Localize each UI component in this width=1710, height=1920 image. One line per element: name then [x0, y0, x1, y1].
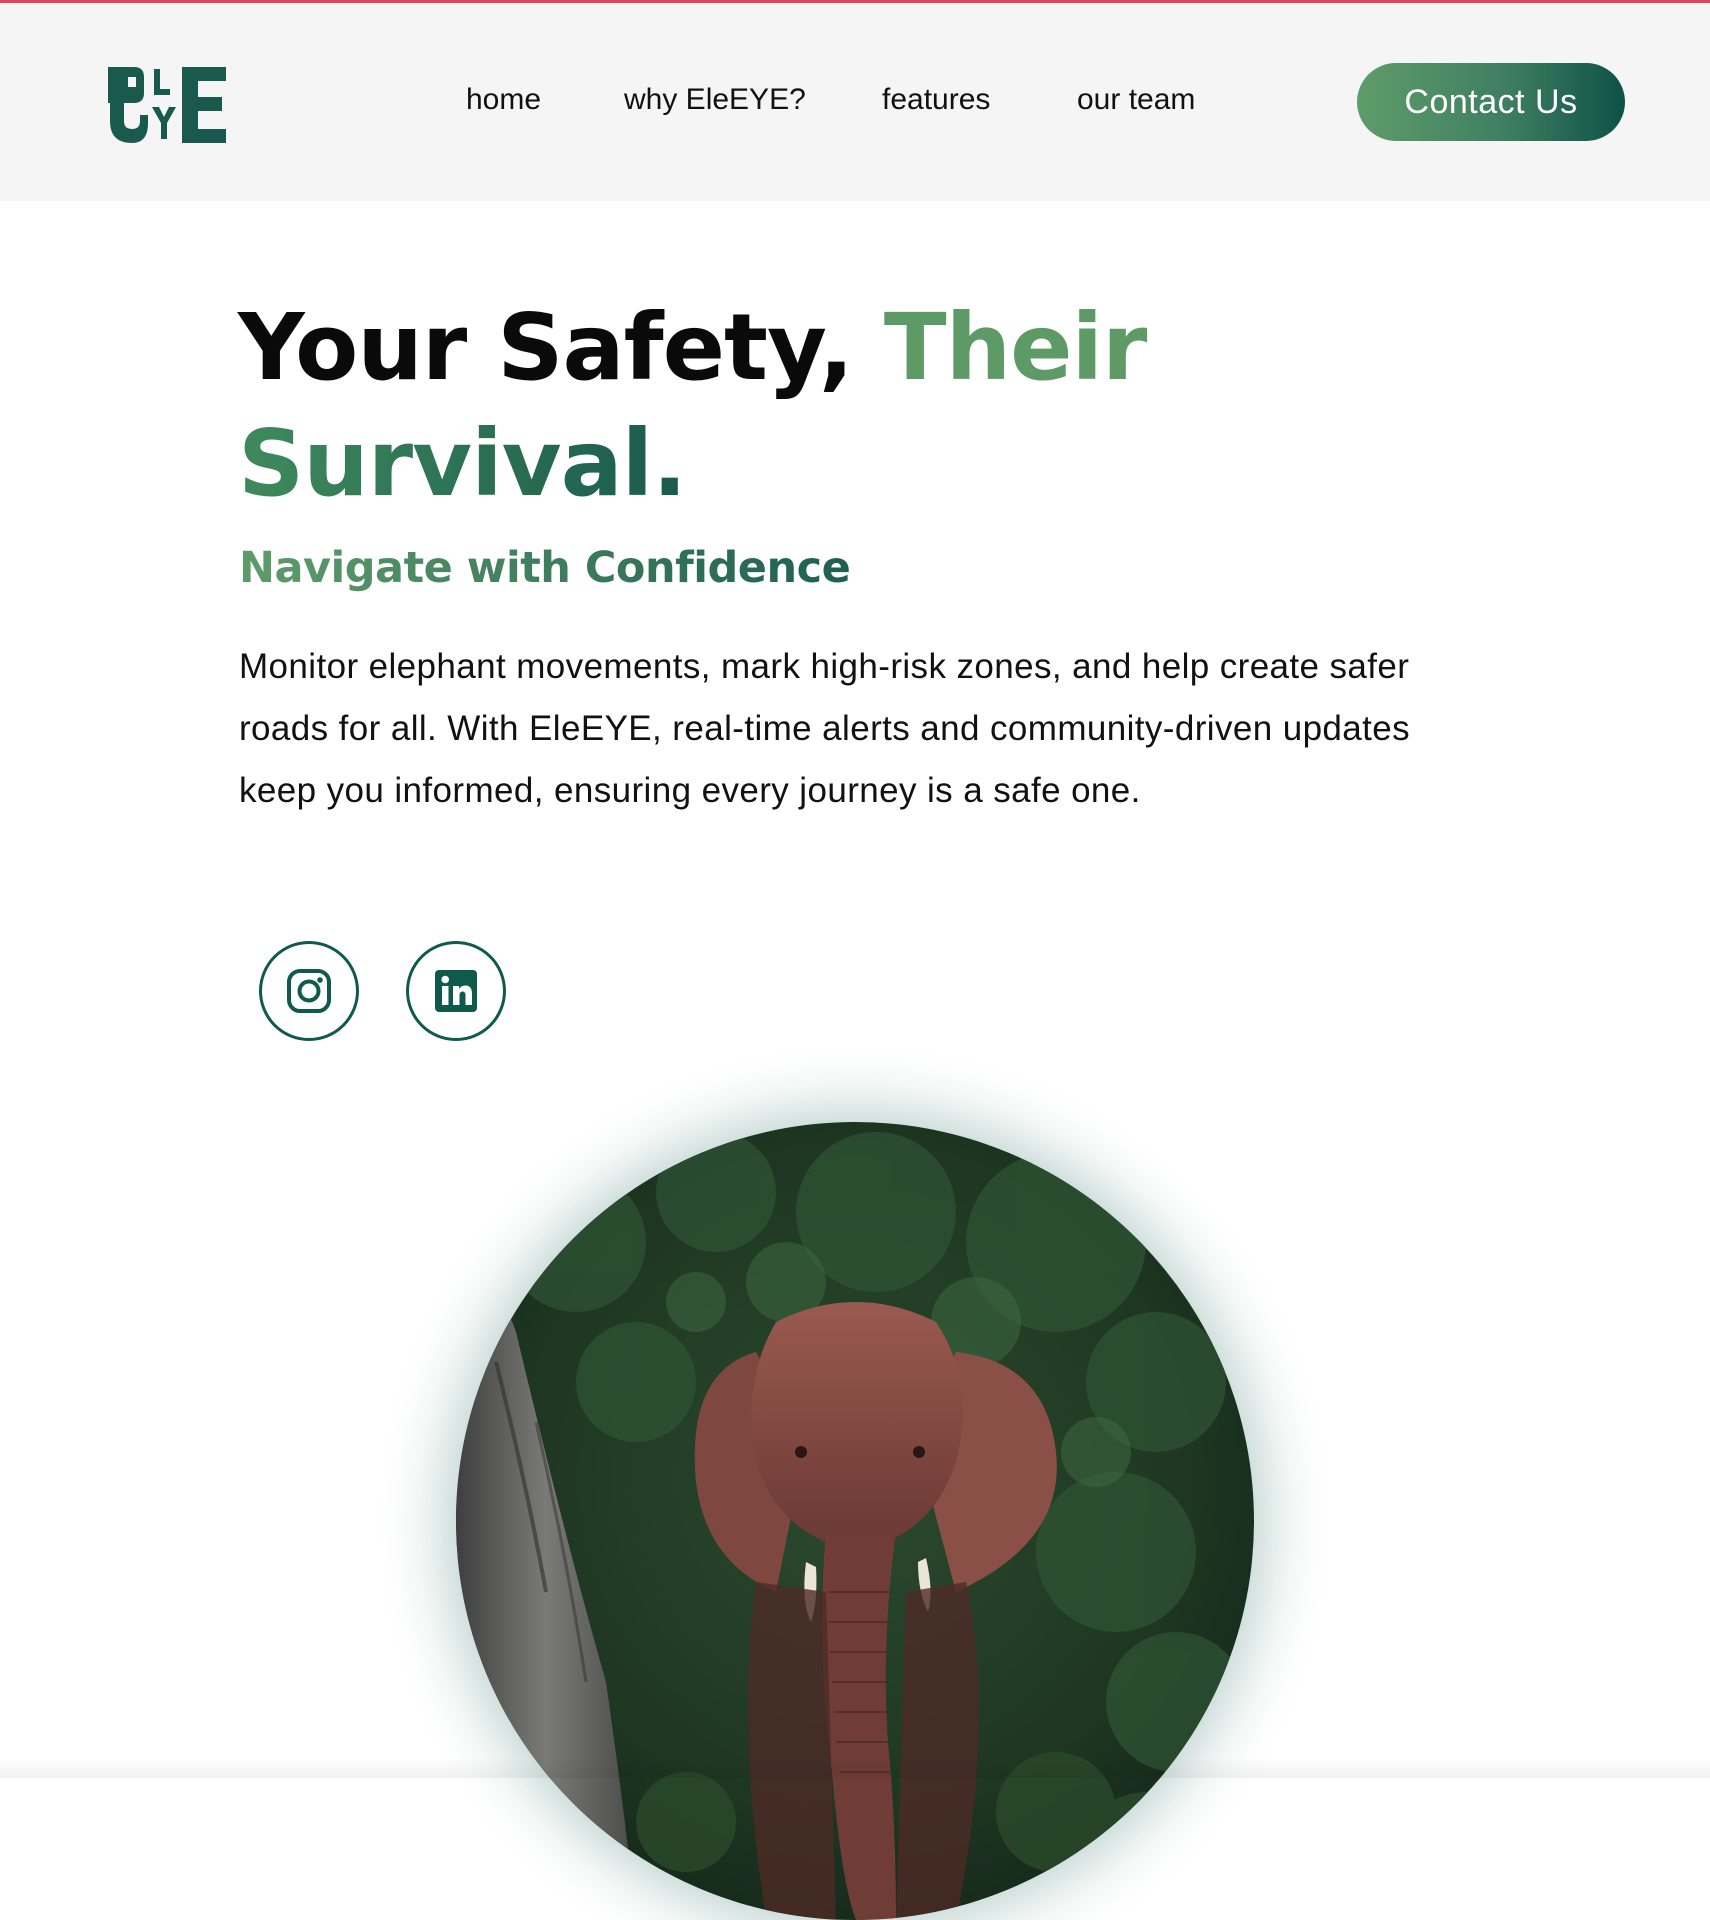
linkedin-button[interactable]	[406, 941, 506, 1041]
brand-logo[interactable]	[104, 63, 230, 151]
hero-description: Monitor elephant movements, mark high-ri…	[239, 647, 1411, 810]
hero-subtitle: Navigate with Confidence	[239, 538, 851, 598]
linkedin-icon	[435, 970, 477, 1012]
nav-link-features[interactable]: features	[882, 83, 990, 117]
instagram-icon	[287, 969, 331, 1013]
nav-link-why-eleeye[interactable]: why EleEYE?	[624, 83, 806, 117]
hero-title-part3: Survival.	[238, 410, 687, 517]
elephant-photo	[456, 1122, 1254, 1920]
hero-title-part2: Their	[883, 294, 1148, 401]
elephant-hero-image	[456, 1122, 1254, 1920]
hero-title-part1: Your Safety,	[238, 294, 884, 401]
navbar: home why EleEYE? features our team Conta…	[0, 3, 1710, 201]
hero-title: Your Safety, Their Survival.	[238, 290, 1438, 522]
nav-link-our-team[interactable]: our team	[1077, 83, 1195, 117]
nav-link-home[interactable]: home	[466, 83, 541, 117]
contact-us-button[interactable]: Contact Us	[1357, 63, 1625, 141]
eleye-logo-icon	[108, 67, 226, 143]
instagram-button[interactable]	[259, 941, 359, 1041]
